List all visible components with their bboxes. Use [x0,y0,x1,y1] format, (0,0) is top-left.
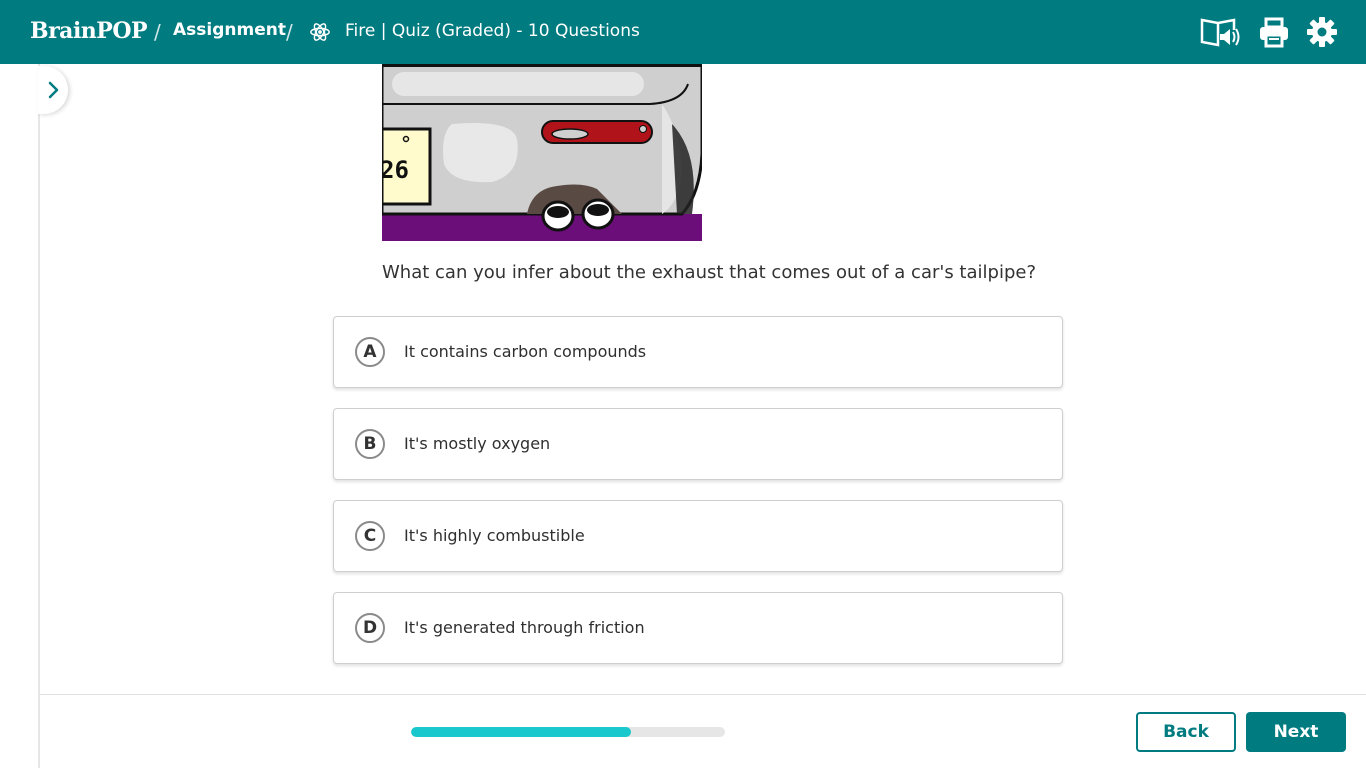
answer-letter: B [355,429,385,459]
answer-text: It contains carbon compounds [404,342,647,361]
answer-text: It's mostly oxygen [404,434,551,453]
breadcrumb-separator: / [154,20,161,44]
answer-letter: C [355,521,385,551]
breadcrumb-separator: / [286,20,293,44]
gear-icon[interactable] [1306,16,1338,48]
answer-letter: A [355,337,385,367]
read-aloud-icon[interactable] [1200,16,1242,48]
answer-text: It's generated through friction [404,618,645,637]
brainpop-logo[interactable]: BrainPOP [30,18,148,44]
answer-option-b[interactable]: B It's mostly oxygen [333,408,1063,480]
sidebar [0,64,40,768]
question-text: What can you infer about the exhaust tha… [382,262,1037,283]
back-button[interactable]: Back [1136,712,1236,752]
answer-letter: D [355,613,385,643]
chevron-right-icon [48,81,59,99]
quiz-progress-bar [411,727,725,737]
sidebar-toggle-button[interactable] [38,66,68,114]
quiz-title: Fire | Quiz (Graded) - 10 Questions [345,21,640,41]
question-image: 26 [382,64,702,241]
atom-icon [310,23,330,41]
quiz-progress-fill [411,727,631,737]
answer-option-a[interactable]: A It contains carbon compounds [333,316,1063,388]
license-plate-text: 26 [382,156,409,184]
answer-option-c[interactable]: C It's highly combustible [333,500,1063,572]
answer-text: It's highly combustible [404,526,585,545]
print-icon[interactable] [1258,16,1290,48]
breadcrumb-assignment[interactable]: Assignment [173,20,286,40]
answer-option-d[interactable]: D It's generated through friction [333,592,1063,664]
top-bar: BrainPOP / Assignment / Fire | Quiz (Gra… [0,0,1366,64]
next-button[interactable]: Next [1246,712,1346,752]
